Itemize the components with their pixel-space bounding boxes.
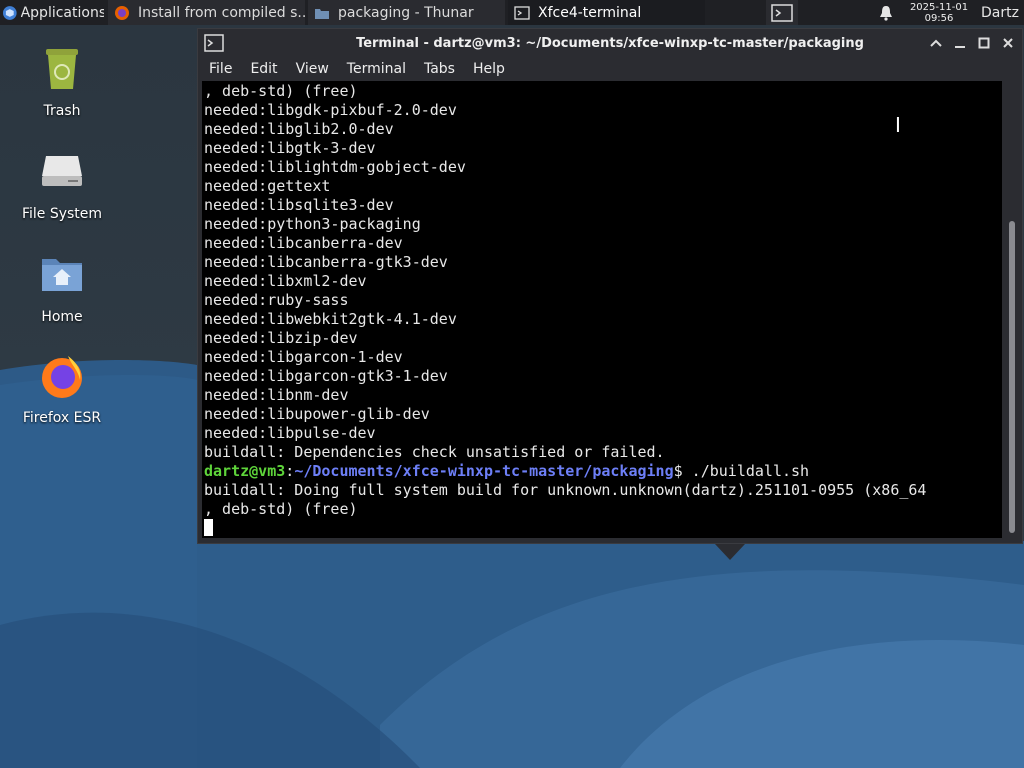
task-thunar[interactable]: packaging - Thunar bbox=[308, 0, 505, 25]
text-cursor-ibeam-icon: I bbox=[895, 113, 901, 137]
desktop-icon-label: Home bbox=[41, 309, 83, 325]
top-panel: Applications Install from compiled s... … bbox=[0, 0, 1024, 25]
terminal-output: , deb-std) (free) needed:libgdk-pixbuf-2.… bbox=[202, 81, 1002, 538]
clock-time: 09:56 bbox=[924, 12, 954, 24]
output-line: needed:libnm-dev bbox=[204, 386, 349, 404]
prompt-user: dartz@vm3 bbox=[204, 462, 286, 480]
clock[interactable]: 2025-11-01 09:56 bbox=[907, 2, 971, 24]
terminal-window[interactable]: Terminal - dartz@vm3: ~/Documents/xfce-w… bbox=[197, 28, 1023, 544]
minimize-icon[interactable] bbox=[952, 35, 968, 51]
terminal-icon bbox=[204, 34, 224, 52]
output-line: needed:liblightdm-gobject-dev bbox=[204, 158, 466, 176]
desktop-icon-label: Firefox ESR bbox=[22, 410, 102, 426]
clock-date: 2025-11-01 bbox=[909, 1, 969, 13]
prompt-separator: : bbox=[285, 462, 295, 480]
output-line: needed:libwebkit2gtk-4.1-dev bbox=[204, 310, 457, 328]
menu-file[interactable]: File bbox=[200, 61, 241, 77]
prompt-path: ~/Documents/xfce-winxp-tc-master/packagi… bbox=[294, 462, 674, 480]
output-line: , deb-std) (free) bbox=[204, 500, 358, 518]
output-line: needed:python3-packaging bbox=[204, 215, 421, 233]
output-line: needed:libgtk-3-dev bbox=[204, 139, 376, 157]
applications-menu-button[interactable]: Applications bbox=[0, 0, 108, 25]
output-line: needed:ruby-sass bbox=[204, 291, 349, 309]
bell-icon bbox=[880, 5, 892, 21]
window-tooltip-pointer bbox=[715, 544, 745, 560]
firefox-icon bbox=[115, 5, 129, 20]
output-line: needed:libpulse-dev bbox=[204, 424, 376, 442]
menu-tabs[interactable]: Tabs bbox=[415, 61, 464, 77]
output-line: needed:libupower-glib-dev bbox=[204, 405, 430, 423]
menu-terminal[interactable]: Terminal bbox=[338, 61, 415, 77]
drive-icon bbox=[42, 156, 82, 186]
scrollbar-thumb[interactable] bbox=[1009, 221, 1015, 533]
output-line: needed:gettext bbox=[204, 177, 331, 195]
terminal-screen[interactable]: , deb-std) (free) needed:libgdk-pixbuf-2.… bbox=[202, 81, 1002, 538]
task-label: Install from compiled s... bbox=[138, 4, 305, 21]
output-line: needed:libzip-dev bbox=[204, 329, 358, 347]
output-line: needed:libgarcon-gtk3-1-dev bbox=[204, 367, 448, 385]
folder-icon bbox=[315, 8, 329, 19]
output-line: needed:libgdk-pixbuf-2.0-dev bbox=[204, 101, 457, 119]
output-line: buildall: Doing full system build for un… bbox=[204, 481, 927, 499]
prompt-line: dartz@vm3:~/Documents/xfce-winxp-tc-mast… bbox=[204, 462, 1002, 481]
menu-help[interactable]: Help bbox=[464, 61, 514, 77]
task-firefox[interactable]: Install from compiled s... bbox=[108, 0, 305, 25]
desktop-icon-file-system[interactable]: File System bbox=[10, 148, 114, 222]
output-line: needed:libsqlite3-dev bbox=[204, 196, 394, 214]
trash-icon bbox=[46, 49, 78, 89]
desktop-icon-firefox[interactable]: Firefox ESR bbox=[10, 352, 114, 426]
chevron-up-icon[interactable] bbox=[928, 35, 944, 51]
desktop-icon-home[interactable]: Home bbox=[10, 251, 114, 325]
user-menu[interactable]: Dartz bbox=[981, 5, 1021, 21]
maximize-icon[interactable] bbox=[976, 35, 992, 51]
terminal-icon bbox=[514, 5, 530, 20]
desktop-icon-label: Trash bbox=[43, 103, 81, 119]
menu-edit[interactable]: Edit bbox=[241, 61, 286, 77]
scrollbar[interactable] bbox=[1006, 81, 1018, 538]
output-line: needed:libgarcon-1-dev bbox=[204, 348, 403, 366]
task-label: packaging - Thunar bbox=[338, 4, 474, 21]
output-line: needed:libglib2.0-dev bbox=[204, 120, 394, 138]
prompt-command: $ ./buildall.sh bbox=[673, 462, 810, 480]
window-title: Terminal - dartz@vm3: ~/Documents/xfce-w… bbox=[356, 35, 864, 51]
terminal-launcher-button[interactable] bbox=[766, 0, 798, 25]
close-icon[interactable] bbox=[1000, 35, 1016, 51]
window-controls bbox=[928, 35, 1016, 51]
menu-view[interactable]: View bbox=[287, 61, 338, 77]
output-line: needed:libcanberra-dev bbox=[204, 234, 403, 252]
xfce-logo-icon bbox=[2, 5, 17, 20]
applications-label: Applications bbox=[20, 4, 104, 21]
home-folder-icon bbox=[42, 259, 82, 291]
menu-bar: File Edit View Terminal Tabs Help bbox=[198, 57, 1022, 81]
task-label: Xfce4-terminal bbox=[538, 4, 642, 21]
output-line: needed:libcanberra-gtk3-dev bbox=[204, 253, 448, 271]
terminal-icon bbox=[771, 3, 793, 22]
notifications-button[interactable] bbox=[873, 5, 899, 21]
desktop-icon-label: File System bbox=[21, 206, 103, 222]
firefox-icon bbox=[42, 356, 82, 398]
output-line: needed:libxml2-dev bbox=[204, 272, 367, 290]
title-bar[interactable]: Terminal - dartz@vm3: ~/Documents/xfce-w… bbox=[198, 29, 1022, 57]
text-cursor bbox=[204, 519, 213, 536]
output-line: , deb-std) (free) bbox=[204, 82, 358, 100]
desktop-icon-trash[interactable]: Trash bbox=[10, 45, 114, 119]
output-line: buildall: Dependencies check unsatisfied… bbox=[204, 443, 665, 461]
task-terminal[interactable]: Xfce4-terminal bbox=[508, 0, 705, 25]
